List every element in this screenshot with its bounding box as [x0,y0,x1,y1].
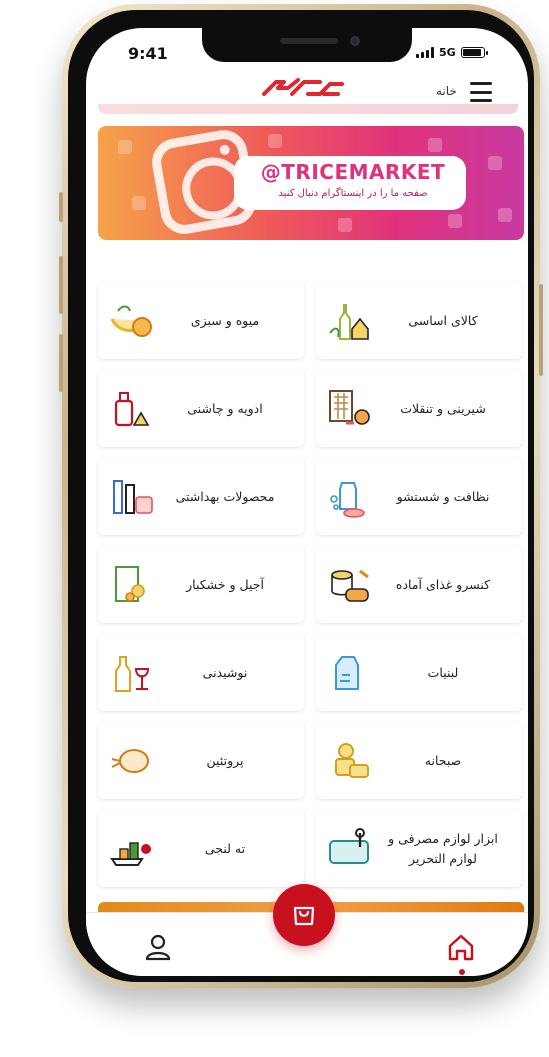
category-label: آجیل و خشکبار [186,576,264,592]
stationery-tools-icon [329,828,369,864]
basic-goods-icon [329,304,369,340]
instagram-banner[interactable]: @TRICEMARKET صفحه ما را در اینستاگرام دن… [98,126,524,240]
sweets-snacks-icon [329,390,370,425]
network-type: 5G [439,46,456,59]
category-card[interactable]: صبحانه [316,722,522,799]
category-card[interactable]: آجیل و خشکبار [98,546,304,623]
category-label: ته لنجی [204,840,246,856]
cart-button[interactable] [273,884,335,946]
protein-icon [111,749,149,773]
app-screen: 9:41 5G خانه @TRICEMARKET صفحه ما را در … [86,28,528,976]
category-label: لبنیات [427,664,459,680]
phone-bezel: 9:41 5G خانه @TRICEMARKET صفحه ما را در … [68,10,534,982]
category-card[interactable]: محصولات بهداشتی [98,458,304,535]
nuts-dried-fruit-icon [115,566,145,602]
category-label: پروتئین [206,752,244,768]
category-label: صبحانه [424,752,462,768]
side-button-volume-down [59,334,63,392]
battery-icon [460,47,488,58]
category-card[interactable]: کالای اساسی [316,282,522,359]
category-card[interactable]: ابزار لوازم مصرفی و لوازم التحریر [316,810,522,887]
signal-icon [416,47,434,58]
status-indicators: 5G [416,46,488,59]
status-time: 9:41 [128,44,168,63]
side-button-silent [59,192,63,222]
banner-tagline: صفحه ما را در اینستاگرام دنبال کنید [278,188,428,199]
canned-food-icon [331,569,369,602]
brand-logo[interactable] [258,74,348,102]
speaker-grille [280,38,338,44]
category-label: کنسرو غذای آماده [395,576,491,592]
spices-condiments-icon [114,392,150,427]
category-label: ابزار لوازم مصرفی و لوازم التحریر [388,830,498,866]
cleaning-icon [330,482,365,518]
home-icon[interactable] [446,933,476,961]
category-card[interactable]: لبنیات [316,634,522,711]
phone-frame: 9:41 5G خانه @TRICEMARKET صفحه ما را در … [59,4,543,988]
category-card[interactable]: شیرینی و تنقلات [316,370,522,447]
shopping-bag-icon [293,906,315,926]
category-label: میوه و سبزی [190,312,260,328]
active-tab-indicator [459,969,465,975]
banner-handle: @TRICEMARKET [260,160,446,184]
category-card[interactable]: میوه و سبزی [98,282,304,359]
side-button-power [539,284,543,376]
previous-banner-edge [98,104,518,114]
profile-icon[interactable] [144,933,172,961]
category-label: ادویه و چاشنی [187,400,263,416]
category-label: نظافت و شستشو [396,488,490,504]
dairy-icon [335,656,359,690]
category-card[interactable]: پروتئین [98,722,304,799]
category-label: نوشیدنی [202,664,248,680]
category-label: کالای اساسی [408,312,478,328]
notch [202,28,412,62]
front-camera [350,36,360,46]
category-card[interactable]: ته لنجی [98,810,304,887]
beverage-icon [115,656,150,692]
category-card[interactable]: ادویه و چاشنی [98,370,304,447]
category-label: شیرینی و تنقلات [400,400,486,416]
hamburger-menu-icon[interactable] [470,82,492,102]
category-card[interactable]: کنسرو غذای آماده [316,546,522,623]
breakfast-icon [335,743,369,778]
category-card[interactable]: نوشیدنی [98,634,304,711]
header-home-label[interactable]: خانه [436,84,457,98]
category-card[interactable]: نظافت و شستشو [316,458,522,535]
fruit-vegetable-icon [110,305,152,337]
hygiene-products-icon [113,480,153,514]
side-button-volume-up [59,256,63,314]
import-goods-icon [110,842,151,866]
category-label: محصولات بهداشتی [175,488,275,504]
